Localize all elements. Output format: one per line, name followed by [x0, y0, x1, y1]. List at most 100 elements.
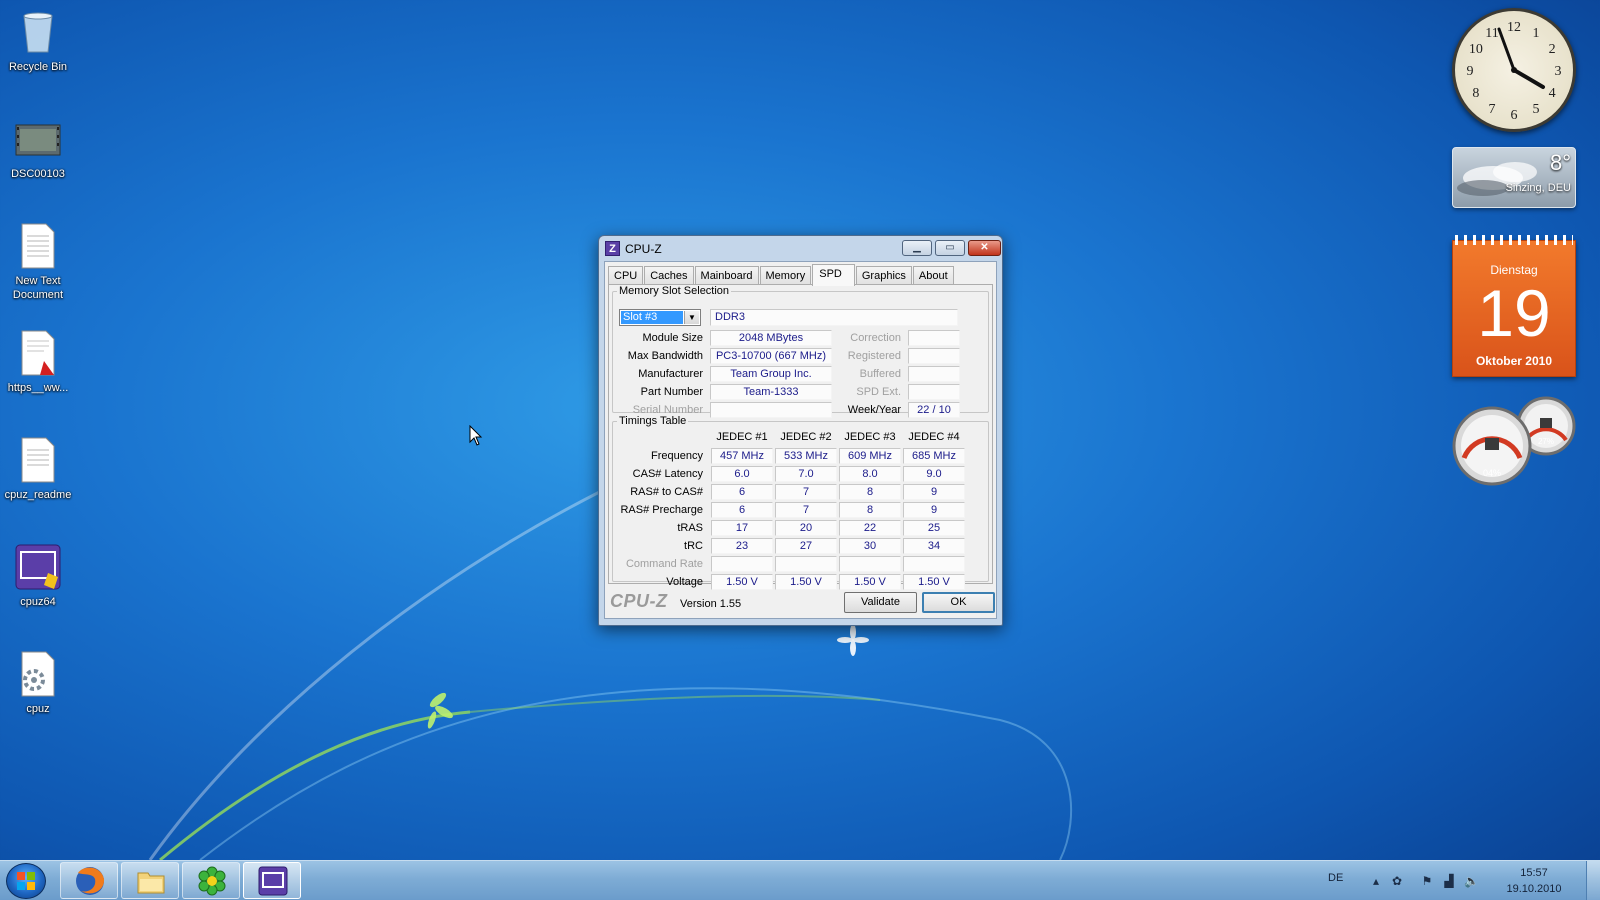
timing-cell: 6	[711, 502, 773, 518]
cpuz-app-icon	[14, 543, 62, 591]
version-text: Version 1.55	[680, 598, 742, 610]
timing-row-label: RAS# to CAS#	[630, 486, 703, 498]
timing-column-header: JEDEC #3	[844, 431, 896, 443]
taskbar-icq[interactable]	[182, 862, 240, 899]
timing-cell: 7	[775, 502, 837, 518]
memory-slot-group: Memory Slot Selection Slot #3 ▼ DDR3 Mod…	[612, 285, 989, 418]
timing-row-label: RAS# Precharge	[620, 504, 703, 516]
desktop-icon-cpuz[interactable]: cpuz	[2, 646, 74, 716]
timing-row-label: CAS# Latency	[632, 468, 703, 480]
timing-cell: 685 MHz	[903, 448, 965, 464]
max-bandwidth-value: PC3-10700 (667 MHz)	[710, 348, 832, 364]
timing-cell	[775, 556, 837, 572]
start-button[interactable]	[6, 863, 46, 899]
action-center-flag-icon[interactable]: ⚑	[1420, 874, 1434, 888]
language-indicator[interactable]: DE	[1328, 872, 1343, 884]
clock-number: 7	[1489, 102, 1496, 117]
show-desktop-button[interactable]	[1586, 861, 1600, 900]
title-bar[interactable]: Z CPU-Z ▁ ▭ ✕	[599, 236, 1002, 261]
tab-about[interactable]: About	[912, 266, 954, 285]
taskbar-firefox[interactable]	[60, 862, 118, 899]
tab-caches[interactable]: Caches	[644, 266, 694, 285]
video-file-icon	[14, 115, 62, 163]
timing-cell: 30	[839, 538, 901, 554]
timing-cell: 34	[903, 538, 965, 554]
taskbar-cpuz[interactable]	[243, 862, 301, 899]
manufacturer-label: Manufacturer	[638, 368, 703, 380]
spd-ext-label: SPD Ext.	[856, 386, 901, 398]
desktop-icon-cpuz-readme[interactable]: cpuz_readme	[2, 432, 74, 502]
timing-cell	[903, 556, 965, 572]
timing-cell: 8	[839, 484, 901, 500]
registered-label: Registered	[847, 350, 901, 362]
palette-icon[interactable]: ✿	[1390, 874, 1404, 888]
timing-cell: 22	[839, 520, 901, 536]
timing-cell: 9.0	[903, 466, 965, 482]
minimize-button[interactable]: ▁	[902, 240, 932, 256]
cpu-meter-gadget[interactable]: 27% 04%	[1452, 396, 1578, 488]
timings-table-group: Timings Table JEDEC #1 JEDEC #2 JEDEC #3…	[612, 415, 989, 590]
settings-file-icon	[14, 650, 62, 698]
timing-cell: 6	[711, 484, 773, 500]
network-icon[interactable]: ▟	[1442, 874, 1456, 888]
desktop-icon-recycle-bin[interactable]: Recycle Bin	[2, 4, 74, 74]
group-legend: Timings Table	[619, 415, 687, 427]
timing-cell: 17	[711, 520, 773, 536]
clock-number: 4	[1549, 86, 1556, 101]
show-hidden-icons-icon[interactable]: ▴	[1369, 874, 1383, 888]
manufacturer-value: Team Group Inc.	[710, 366, 832, 382]
cpuz-title-icon: Z	[605, 241, 620, 256]
clock-gadget[interactable]: 12 1 2 3 4 5 6 7 8 9 10 11	[1452, 8, 1576, 132]
validate-button[interactable]: Validate	[844, 592, 917, 613]
spd-ext-value	[908, 384, 960, 400]
tab-graphics[interactable]: Graphics	[855, 266, 912, 285]
tab-mainboard[interactable]: Mainboard	[694, 266, 759, 285]
timing-column-header: JEDEC #4	[908, 431, 960, 443]
bottom-bar: CPU-Z Version 1.55 Validate OK	[605, 586, 996, 618]
clock-time[interactable]: 15:57	[1496, 867, 1572, 879]
desktop-icon-dsc00103[interactable]: DSC00103	[2, 111, 74, 181]
clock-date[interactable]: 19.10.2010	[1496, 883, 1572, 895]
windows-logo-icon	[17, 872, 35, 890]
ram-usage-value: 27%	[1538, 437, 1554, 446]
timing-column-header: JEDEC #1	[716, 431, 768, 443]
tab-strip: CPU Caches Mainboard Memory SPD Graphics…	[608, 264, 955, 286]
timing-cell: 9	[903, 484, 965, 500]
part-number-value: Team-1333	[710, 384, 832, 400]
close-button[interactable]: ✕	[968, 240, 1001, 256]
timing-cell: 9	[903, 502, 965, 518]
cpuz-brand-logo: CPU-Z	[610, 591, 668, 611]
timing-cell	[839, 556, 901, 572]
cpuz-window: Z CPU-Z ▁ ▭ ✕ CPU Caches Mainboard Memor…	[598, 235, 1003, 626]
tab-spd[interactable]: SPD	[812, 264, 855, 286]
firefox-icon	[76, 867, 105, 895]
clock-number: 2	[1549, 42, 1556, 57]
tab-memory[interactable]: Memory	[759, 266, 812, 285]
desktop-icon-label: cpuz64	[20, 596, 56, 608]
tab-cpu[interactable]: CPU	[608, 266, 644, 285]
timing-row-label: Command Rate	[625, 558, 703, 570]
cpuz-app-icon	[258, 866, 288, 896]
timing-cell: 20	[775, 520, 837, 536]
slot-select[interactable]: Slot #3 ▼	[619, 309, 701, 326]
chevron-down-icon[interactable]: ▼	[684, 311, 699, 324]
correction-value	[908, 330, 960, 346]
calendar-gadget[interactable]: Dienstag 19 Oktober 2010	[1452, 235, 1576, 377]
desktop-icon-cpuz64[interactable]: cpuz64	[2, 539, 74, 609]
part-number-label: Part Number	[640, 386, 703, 398]
desktop-icon-new-text-document[interactable]: New Text Document	[2, 218, 74, 302]
weather-gadget[interactable]: 8° Sinzing, DEU	[1452, 147, 1576, 208]
buffered-label: Buffered	[859, 368, 901, 380]
maximize-button[interactable]: ▭	[935, 240, 965, 256]
timing-cell: 609 MHz	[839, 448, 901, 464]
group-legend: Memory Slot Selection	[619, 285, 730, 297]
timing-cell	[711, 556, 773, 572]
volume-icon[interactable]: 🔈	[1464, 874, 1479, 888]
taskbar-explorer[interactable]	[121, 862, 179, 899]
ok-button[interactable]: OK	[922, 592, 995, 613]
correction-label: Correction	[850, 332, 901, 344]
clock-number: 9	[1467, 64, 1474, 79]
timing-cell: 533 MHz	[775, 448, 837, 464]
timing-cell: 23	[711, 538, 773, 554]
desktop-icon-pdf[interactable]: https__ww...	[2, 325, 74, 395]
